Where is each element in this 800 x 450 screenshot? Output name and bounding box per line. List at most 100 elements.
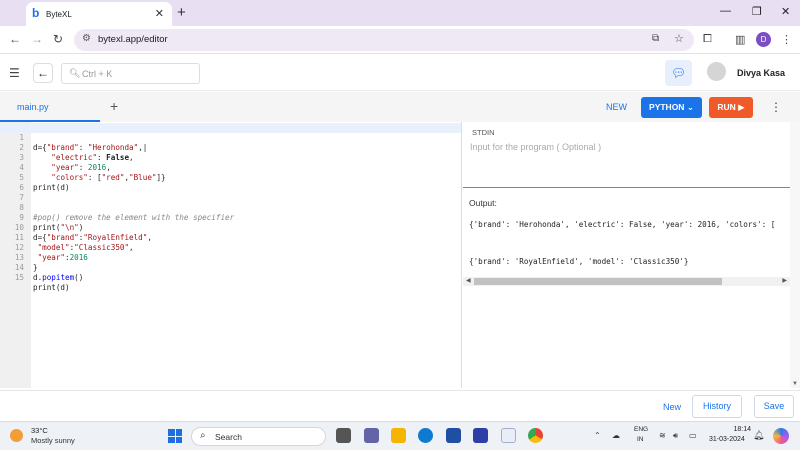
run-label: RUN xyxy=(717,102,736,112)
translate-icon[interactable]: ⧉ xyxy=(652,33,659,44)
scroll-down-icon[interactable]: ▼ xyxy=(792,381,798,387)
app-icon[interactable] xyxy=(473,428,488,443)
code-line[interactable]: 9 print("\n") xyxy=(0,203,461,232)
code-line[interactable]: 4 "colors": ["red","Blue"]} xyxy=(0,153,461,182)
omnibox[interactable]: ⚙ bytexl.app/editor ⧉ ☆ xyxy=(74,29,694,51)
tab-main-py[interactable]: main.py xyxy=(0,92,100,122)
clock-time[interactable]: 18:14 xyxy=(727,426,751,433)
windows-start-icon[interactable] xyxy=(168,429,182,443)
weather-temperature: 33°C xyxy=(31,426,48,435)
chrome-menu-icon[interactable]: ⋮ xyxy=(781,33,792,46)
battery-icon[interactable]: ▭ xyxy=(689,431,697,440)
code-line[interactable]: 15 print(d) xyxy=(0,263,461,292)
code-editor[interactable]: 1 d={"brand": "Herohonda",| 2 "electric"… xyxy=(0,122,462,388)
extensions-icon[interactable]: ⧠ xyxy=(703,33,712,46)
weather-condition: Mostly sunny xyxy=(31,436,75,445)
output-panel: Output: {'brand': 'Herohonda', 'electric… xyxy=(463,190,790,388)
code-line[interactable]: 3 "year": 2016, xyxy=(0,143,461,172)
address-bar-row: ← → ↻ ⚙ bytexl.app/editor ⧉ ☆ ⧠ ▥ D ⋮ xyxy=(0,26,800,54)
more-options-icon[interactable]: ⋮ xyxy=(770,100,782,114)
sidebar-toggle-icon[interactable]: ☰ xyxy=(9,66,20,80)
output-line: {'brand': 'Herohonda', 'electric': False… xyxy=(469,220,776,229)
cloud-icon[interactable]: ☁ xyxy=(612,431,620,440)
code-line[interactable]: 11 "model":"Classic350", xyxy=(0,223,461,252)
code-line[interactable]: 1 d={"brand": "Herohonda",| xyxy=(0,123,461,152)
taskbar-search[interactable]: ⌕ Search xyxy=(191,427,326,446)
code-line[interactable]: 2 "electric": False, xyxy=(0,133,461,162)
restore-icon[interactable]: ❐ xyxy=(752,5,762,18)
volume-icon[interactable]: 🔊︎ xyxy=(673,431,678,441)
copilot-icon[interactable] xyxy=(773,428,789,444)
scroll-right-icon[interactable]: ▶ xyxy=(782,277,787,284)
stdin-input[interactable] xyxy=(470,142,782,182)
language-indicator[interactable]: ENG xyxy=(634,426,648,433)
task-view-icon[interactable] xyxy=(336,428,351,443)
new-tab-icon[interactable]: + xyxy=(177,4,186,21)
vertical-scrollbar[interactable]: ▼ xyxy=(790,122,800,388)
browser-tab-strip: b ByteXL ✕ + — ❐ ✕ xyxy=(0,0,800,26)
chevron-up-icon[interactable]: ⌃ xyxy=(594,431,601,440)
back-arrow-icon[interactable]: ← xyxy=(9,32,21,46)
output-horizontal-scrollbar[interactable]: ◀ ▶ xyxy=(463,277,790,286)
code-line[interactable]: 12 "year":2016 xyxy=(0,233,461,262)
code-line[interactable]: 13 } xyxy=(0,243,461,272)
search-icon: 🔍︎ xyxy=(69,68,81,78)
code-text: print(d) xyxy=(33,283,70,292)
chevron-down-icon: ⌄ xyxy=(686,102,694,112)
app-header: ☰ ← 🔍︎ 💬︎ Divya Kasa xyxy=(0,55,800,91)
notification-bell-icon[interactable]: 🔔︎ xyxy=(753,430,764,441)
reload-icon[interactable]: ↻ xyxy=(53,32,63,46)
file-explorer-icon[interactable] xyxy=(391,428,406,443)
app-icon[interactable] xyxy=(501,428,516,443)
stdin-panel: STDIN xyxy=(463,122,790,188)
wifi-icon[interactable]: ≋ xyxy=(659,431,666,440)
code-line[interactable]: 8 #pop() remove the element with the spe… xyxy=(0,193,461,222)
chat-icon[interactable]: 💬︎ xyxy=(665,60,692,86)
code-line[interactable]: 6 xyxy=(0,173,461,192)
teams-icon[interactable] xyxy=(364,428,379,443)
code-line[interactable]: 14 d.popitem() xyxy=(0,253,461,282)
side-panel-icon[interactable]: ▥ xyxy=(735,33,745,46)
editor-bottom-bar: New History Save xyxy=(0,390,800,421)
username[interactable]: Divya Kasa xyxy=(737,68,785,78)
code-text: d.popitem() xyxy=(33,273,84,282)
line-number: 15 xyxy=(14,273,24,282)
stdin-label: STDIN xyxy=(472,128,495,137)
bookmark-star-icon[interactable]: ☆ xyxy=(674,32,684,45)
scrollbar-thumb[interactable] xyxy=(474,278,722,285)
forward-arrow-icon[interactable]: → xyxy=(31,32,43,46)
clock-date[interactable]: 31-03-2024 xyxy=(709,436,745,443)
site-info-icon[interactable]: ⚙ xyxy=(82,33,91,44)
close-tab-icon[interactable]: ✕ xyxy=(155,7,164,20)
store-icon[interactable] xyxy=(446,428,461,443)
search-icon: ⌕ xyxy=(200,430,206,441)
minimize-icon[interactable]: — xyxy=(720,5,731,17)
new-button[interactable]: New xyxy=(663,402,681,412)
add-file-icon[interactable]: + xyxy=(110,98,118,114)
edge-icon[interactable] xyxy=(418,428,433,443)
run-button[interactable]: RUN ▶ xyxy=(709,97,753,118)
search-box[interactable]: 🔍︎ xyxy=(61,63,200,84)
bytexl-favicon-icon: b xyxy=(32,6,40,20)
language-select-button[interactable]: PYTHON ⌄ xyxy=(641,97,702,118)
user-avatar[interactable] xyxy=(707,62,726,81)
url-text: bytexl.app/editor xyxy=(98,34,168,45)
code-line[interactable]: 5 print(d) xyxy=(0,163,461,192)
close-window-icon[interactable]: ✕ xyxy=(781,5,790,18)
search-input[interactable] xyxy=(82,67,192,81)
code-line[interactable]: 10 d={"brand":"RoyalEnfield", xyxy=(0,213,461,242)
new-file-button[interactable]: NEW xyxy=(606,102,627,112)
profile-avatar[interactable]: D xyxy=(756,32,771,47)
save-button[interactable]: Save xyxy=(754,395,794,418)
file-tab-label: main.py xyxy=(17,102,49,112)
browser-tab[interactable]: b ByteXL ✕ xyxy=(26,2,172,26)
scroll-left-icon[interactable]: ◀ xyxy=(466,277,471,284)
back-button[interactable]: ← xyxy=(33,63,53,83)
region-indicator: IN xyxy=(637,436,644,443)
language-label: PYTHON xyxy=(649,102,685,112)
weather-sun-icon[interactable] xyxy=(10,429,23,442)
code-line[interactable]: 7 xyxy=(0,183,461,202)
history-button[interactable]: History xyxy=(692,395,742,418)
chrome-icon[interactable] xyxy=(528,428,543,443)
play-icon: ▶ xyxy=(738,102,745,112)
